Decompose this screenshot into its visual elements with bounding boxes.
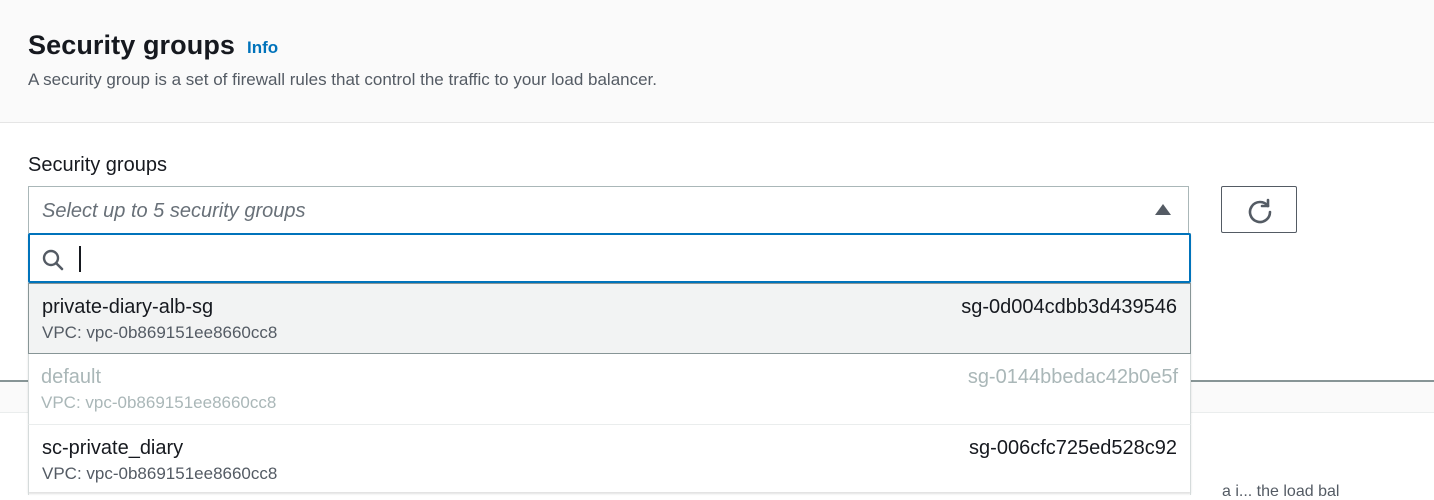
option-sc-private-diary[interactable]: sc-private_diary sg-006cfc725ed528c92 VP…	[28, 424, 1191, 495]
option-name: private-diary-alb-sg	[42, 296, 214, 318]
security-groups-label: Security groups	[28, 154, 167, 176]
text-cursor	[79, 246, 81, 272]
section-header: Security groups Info A security group is…	[0, 0, 1434, 123]
search-icon	[42, 249, 64, 271]
select-placeholder: Select up to 5 security groups	[42, 200, 306, 222]
option-name: default	[41, 366, 102, 388]
security-groups-select[interactable]: Select up to 5 security groups	[28, 186, 1189, 233]
filter-box[interactable]	[28, 233, 1191, 283]
info-link[interactable]: Info	[247, 38, 278, 58]
section-title: Security groups	[28, 30, 236, 60]
option-default: default sg-0144bbedac42b0e5f VPC: vpc-0b…	[28, 354, 1191, 425]
caret-up-icon[interactable]	[1155, 204, 1171, 215]
dropdown-menu: private-diary-alb-sg sg-0d004cdbb3d43954…	[28, 233, 1191, 495]
option-name: sc-private_diary	[42, 437, 184, 459]
option-id: sg-0144bbedac42b0e5f	[967, 366, 1178, 388]
section-description: A security group is a set of firewall ru…	[28, 70, 658, 89]
option-id: sg-0d004cdbb3d439546	[961, 296, 1177, 318]
refresh-icon	[1248, 198, 1272, 224]
option-vpc: VPC: vpc-0b869151ee8660cc8	[41, 393, 277, 412]
partial-background-text: a i... the load bal	[1222, 483, 1340, 500]
option-id: sg-006cfc725ed528c92	[969, 437, 1177, 459]
option-vpc: VPC: vpc-0b869151ee8660cc8	[42, 464, 278, 483]
filter-input[interactable]	[74, 241, 1178, 277]
option-private-diary-alb-sg[interactable]: private-diary-alb-sg sg-0d004cdbb3d43954…	[28, 283, 1191, 354]
option-vpc: VPC: vpc-0b869151ee8660cc8	[42, 323, 278, 342]
refresh-button[interactable]	[1221, 186, 1297, 233]
